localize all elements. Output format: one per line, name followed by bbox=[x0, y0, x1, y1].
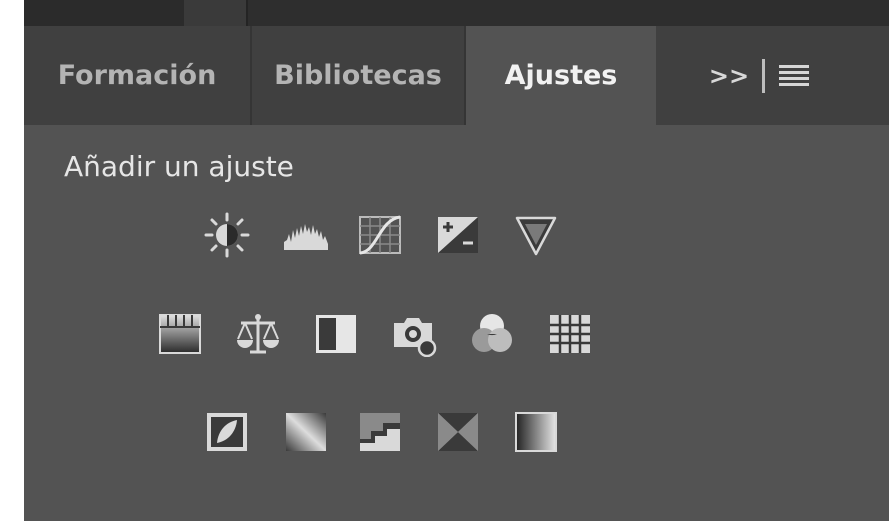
top-strip-segment bbox=[24, 0, 184, 26]
color-lookup-icon[interactable] bbox=[542, 306, 598, 362]
panel-menu-icon[interactable] bbox=[779, 64, 809, 87]
posterize-icon[interactable] bbox=[278, 404, 334, 460]
top-strip-segment bbox=[184, 0, 248, 26]
exposure-icon[interactable] bbox=[430, 207, 486, 263]
vibrance-icon[interactable] bbox=[508, 207, 564, 263]
tab-bibliotecas[interactable]: Bibliotecas bbox=[252, 26, 466, 125]
levels-icon[interactable] bbox=[278, 207, 334, 263]
top-strip bbox=[24, 0, 889, 26]
panel-tab-bar: Formación Bibliotecas Ajustes >> bbox=[24, 26, 889, 125]
curves-icon[interactable] bbox=[352, 207, 408, 263]
channel-mixer-icon[interactable] bbox=[464, 306, 520, 362]
tab-formacion[interactable]: Formación bbox=[24, 26, 252, 125]
selective-color-icon[interactable] bbox=[430, 404, 486, 460]
gradient-map-icon[interactable] bbox=[508, 404, 564, 460]
invert-icon[interactable] bbox=[199, 404, 255, 460]
tab-bar-separator bbox=[762, 58, 765, 93]
threshold-icon[interactable] bbox=[352, 404, 408, 460]
brightness-contrast-icon[interactable] bbox=[199, 207, 255, 263]
panel-heading: Añadir un ajuste bbox=[64, 150, 294, 183]
color-balance-icon[interactable] bbox=[230, 306, 286, 362]
adjustments-panel: Formación Bibliotecas Ajustes >> Añadir … bbox=[24, 26, 889, 521]
photo-filter-icon[interactable] bbox=[386, 306, 442, 362]
tab-bar-controls: >> bbox=[704, 26, 889, 125]
window-edge bbox=[0, 0, 24, 521]
black-white-icon[interactable] bbox=[308, 306, 364, 362]
tab-ajustes[interactable]: Ajustes bbox=[466, 26, 656, 125]
more-tabs-button[interactable]: >> bbox=[704, 62, 754, 90]
hue-saturation-icon[interactable] bbox=[152, 306, 208, 362]
